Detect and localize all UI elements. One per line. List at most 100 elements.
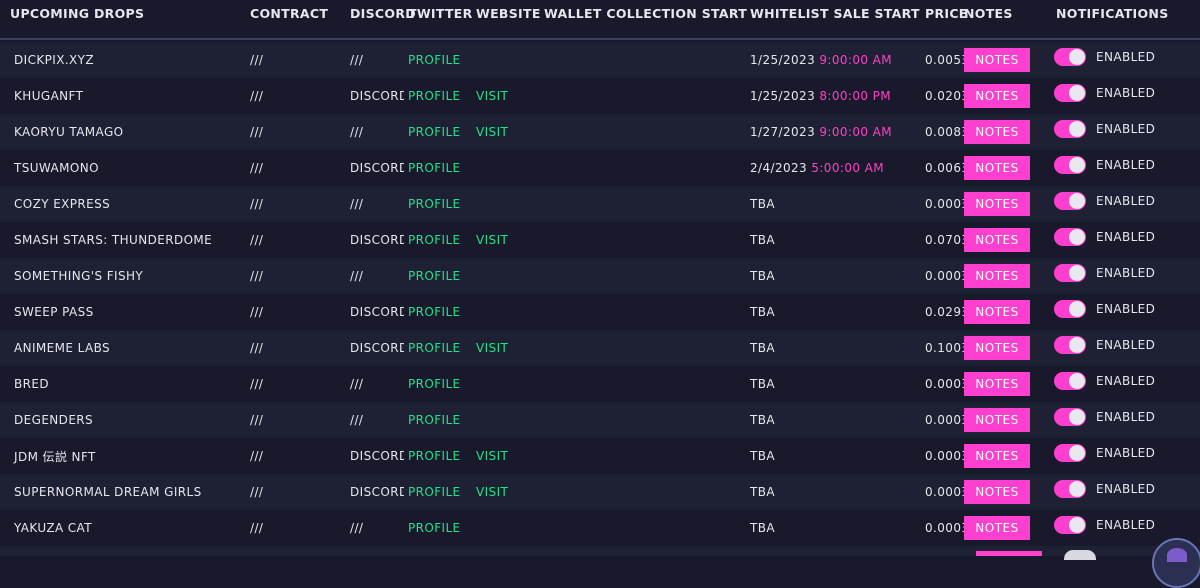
twitter-profile-link[interactable]: PROFILE [404,197,470,211]
discord-link[interactable]: /// [340,53,404,67]
notification-toggle[interactable] [1054,192,1086,210]
contract-cell[interactable]: /// [240,485,340,499]
drop-name[interactable]: COZY EXPRESS [0,197,240,211]
discord-link[interactable]: DISCORD [340,305,404,319]
drop-name[interactable]: KAORYU TAMAGO [0,125,240,139]
twitter-profile-link[interactable]: PROFILE [404,341,470,355]
drop-name[interactable]: ANIMEME LABS [0,341,240,355]
notes-button[interactable]: NOTES [964,264,1030,288]
discord-link[interactable]: DISCORD [340,89,404,103]
website-visit-link[interactable]: VISIT [470,341,537,355]
header-discord[interactable]: DISCORD [340,6,416,21]
contract-cell[interactable]: /// [240,89,340,103]
contract-cell[interactable]: /// [240,53,340,67]
notification-toggle[interactable] [1054,516,1086,534]
drop-name[interactable]: BRED [0,377,240,391]
notification-toggle[interactable] [1054,120,1086,138]
notes-button[interactable]: NOTES [964,444,1030,468]
notification-toggle[interactable] [1054,372,1086,390]
notes-button[interactable]: NOTES [964,120,1030,144]
notes-button[interactable]: NOTES [964,156,1030,180]
discord-link[interactable]: /// [340,413,404,427]
table-row[interactable]: SMASH STARS: THUNDERDOME///DISCORD PROFIL… [0,222,1200,258]
drop-name[interactable]: SMASH STARS: THUNDERDOME [0,233,240,247]
table-row[interactable]: BRED//////PROFILETBA 0.000ΞNOTESENABLED [0,366,1200,402]
notes-button[interactable]: NOTES [964,84,1030,108]
contract-cell[interactable]: /// [240,449,340,463]
table-row[interactable]: DICKPIX.XYZ//////PROFILE 1/25/2023 9:00:0… [0,42,1200,78]
contract-cell[interactable]: /// [240,161,340,175]
notification-toggle[interactable] [1054,156,1086,174]
discord-link[interactable]: /// [340,269,404,283]
drop-name[interactable]: TSUWAMONO [0,161,240,175]
notes-button[interactable]: NOTES [964,300,1030,324]
discord-link[interactable]: DISCORD [340,341,404,355]
notes-button[interactable]: NOTES [964,516,1030,540]
contract-cell[interactable]: /// [240,125,340,139]
contract-cell[interactable]: /// [240,521,340,535]
notes-button[interactable]: NOTES [964,480,1030,504]
website-visit-link[interactable]: VISIT [470,89,537,103]
notes-button[interactable]: NOTES [964,192,1030,216]
table-row[interactable]: KAORYU TAMAGO//////PROFILE VISIT 1/27/2023… [0,114,1200,150]
table-row[interactable]: COZY EXPRESS//////PROFILETBA 0.000ΞNOTES… [0,186,1200,222]
twitter-profile-link[interactable]: PROFILE [404,521,470,535]
twitter-profile-link[interactable]: PROFILE [404,377,470,391]
notes-button[interactable]: NOTES [964,48,1030,72]
contract-cell[interactable]: /// [240,377,340,391]
header-contract[interactable]: CONTRACT [240,6,340,21]
contract-cell[interactable]: /// [240,305,340,319]
notification-toggle[interactable] [1054,48,1086,66]
discord-link[interactable]: DISCORD [340,485,404,499]
website-visit-link[interactable]: VISIT [470,449,537,463]
website-visit-link[interactable]: VISIT [470,485,537,499]
website-visit-link[interactable]: VISIT [470,125,537,139]
drop-name[interactable]: SUPERNORMAL DREAM GIRLS [0,485,240,499]
discord-link[interactable]: DISCORD [340,161,404,175]
discord-link[interactable]: /// [340,125,404,139]
contract-cell[interactable]: /// [240,341,340,355]
table-row[interactable]: KHUGANFT///DISCORD PROFILE VISIT 1/25/2023 … [0,78,1200,114]
notification-toggle[interactable] [1054,84,1086,102]
twitter-profile-link[interactable]: PROFILE [404,305,470,319]
notes-button[interactable]: NOTES [964,408,1030,432]
table-row[interactable]: SUPERNORMAL DREAM GIRLS///DISCORD PROFILE… [0,474,1200,510]
notes-button[interactable]: NOTES [964,336,1030,360]
twitter-profile-link[interactable]: PROFILE [404,233,470,247]
contract-cell[interactable]: /// [240,233,340,247]
table-row[interactable]: ANIMEME LABS///DISCORD PROFILE VISIT TBA 0.… [0,330,1200,366]
header-price[interactable]: PRICE [913,6,967,21]
drop-name[interactable]: YAKUZA CAT [0,521,240,535]
table-row[interactable]: DEGENDERS//////PROFILETBA 0.000ΞNOTESENA… [0,402,1200,438]
drop-name[interactable]: DICKPIX.XYZ [0,53,240,67]
contract-cell[interactable]: /// [240,269,340,283]
table-row[interactable]: SOMETHING'S FISHY//////PROFILETBA 0.000Ξ… [0,258,1200,294]
header-wallet-collection-start[interactable]: WALLET COLLECTION START [537,6,747,21]
twitter-profile-link[interactable]: PROFILE [404,53,470,67]
table-row[interactable]: JDM 伝説 NFT///DISCORD PROFILE VISIT TBA 0.00… [0,438,1200,474]
twitter-profile-link[interactable]: PROFILE [404,449,470,463]
drop-name[interactable]: JDM 伝説 NFT [0,448,240,465]
notification-toggle[interactable] [1054,336,1086,354]
partial-notes-button[interactable] [976,551,1042,556]
twitter-profile-link[interactable]: PROFILE [404,269,470,283]
discord-link[interactable]: /// [340,521,404,535]
notes-button[interactable]: NOTES [964,372,1030,396]
website-visit-link[interactable]: VISIT [470,233,537,247]
notification-toggle[interactable] [1054,480,1086,498]
table-row[interactable]: TSUWAMONO///DISCORD PROFILE 2/4/2023 5:00:… [0,150,1200,186]
header-twitter[interactable]: TWITTER [404,6,472,21]
header-upcoming-drops[interactable]: UPCOMING DROPS [0,6,240,21]
notes-button[interactable]: NOTES [964,228,1030,252]
twitter-profile-link[interactable]: PROFILE [404,485,470,499]
avatar[interactable] [1152,538,1200,588]
drop-name[interactable]: SWEEP PASS [0,305,240,319]
notification-toggle[interactable] [1054,408,1086,426]
discord-link[interactable]: DISCORD [340,233,404,247]
discord-link[interactable]: /// [340,197,404,211]
twitter-profile-link[interactable]: PROFILE [404,161,470,175]
notification-toggle[interactable] [1054,444,1086,462]
notification-toggle[interactable] [1054,300,1086,318]
header-whitelist-sale-start[interactable]: WHITELIST SALE START [740,6,920,21]
contract-cell[interactable]: /// [240,197,340,211]
